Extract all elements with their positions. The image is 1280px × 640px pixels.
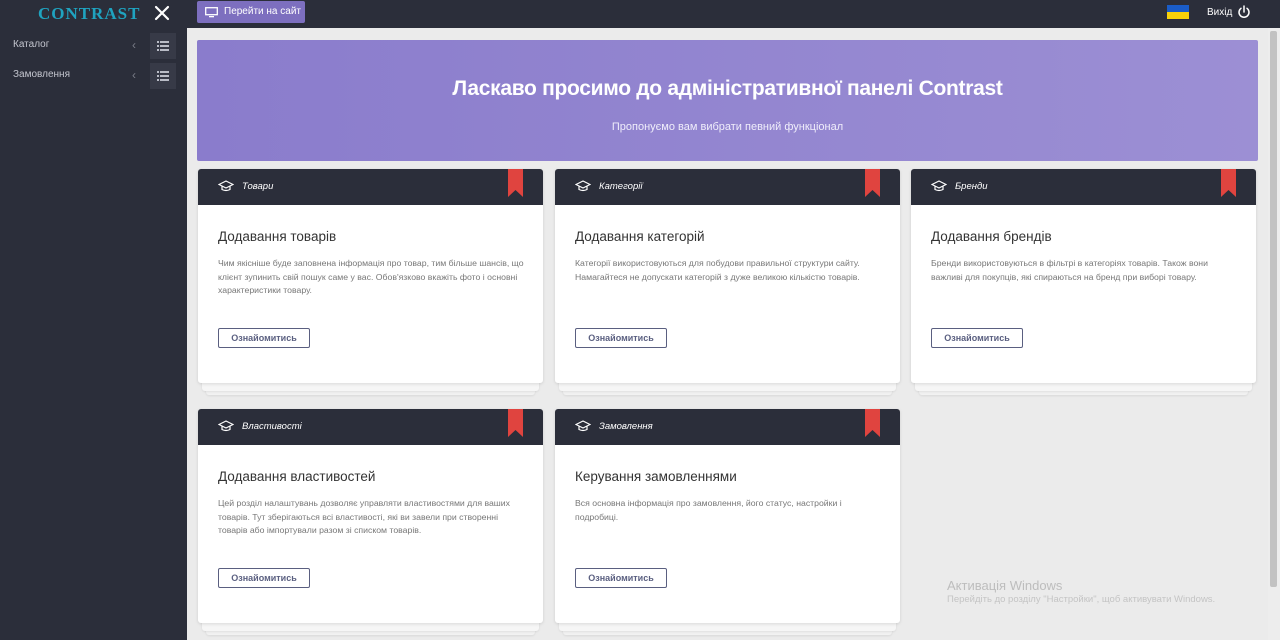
- welcome-banner: Ласкаво просимо до адміністративної пане…: [197, 40, 1258, 161]
- list-icon: [157, 41, 169, 51]
- card-header: Товари: [198, 169, 543, 205]
- welcome-subtitle: Пропонуємо вам вибрати певний функціонал: [611, 121, 844, 133]
- card-header: Замовлення: [555, 409, 900, 445]
- card-title: Додавання брендів: [931, 229, 1052, 244]
- card-orders: Замовлення Керування замовленнями Вся ос…: [555, 409, 900, 635]
- card-title: Додавання товарів: [218, 229, 337, 244]
- chevron-left-icon: ‹: [132, 68, 136, 82]
- learn-more-button[interactable]: Ознайомитись: [218, 328, 310, 348]
- card-categories: Категорії Додавання категорій Категорії …: [555, 169, 900, 395]
- bookmark-ribbon-icon: [508, 409, 523, 437]
- windows-activation-subtitle: Перейдіть до розділу "Настройки", щоб ак…: [947, 594, 1216, 605]
- list-button[interactable]: [150, 63, 176, 89]
- card-title: Керування замовленнями: [575, 469, 737, 484]
- card-brands: Бренди Додавання брендів Бренди використ…: [911, 169, 1256, 395]
- ukraine-flag-icon[interactable]: [1167, 5, 1189, 19]
- windows-activation-title: Активація Windows: [947, 578, 1063, 593]
- learn-more-button[interactable]: Ознайомитись: [218, 568, 310, 588]
- sidebar: CONTRAST Каталог ‹ Замовлення ‹: [0, 0, 187, 640]
- bookmark-ribbon-icon: [865, 169, 880, 197]
- close-icon[interactable]: [152, 3, 172, 23]
- card-properties: Властивості Додавання властивостей Цей р…: [198, 409, 543, 635]
- graduation-cap-icon: [575, 420, 591, 432]
- card-title: Додавання властивостей: [218, 469, 376, 484]
- graduation-cap-icon: [575, 180, 591, 192]
- card-description: Цей розділ налаштувань дозволяє управлят…: [218, 498, 510, 535]
- logout-link[interactable]: Вихід: [1207, 7, 1232, 18]
- bookmark-ribbon-icon: [508, 169, 523, 197]
- card-header: Категорії: [555, 169, 900, 205]
- go-to-site-button[interactable]: Перейти на сайт: [197, 1, 305, 23]
- card-category: Властивості: [242, 421, 302, 432]
- bookmark-ribbon-icon: [865, 409, 880, 437]
- learn-more-button[interactable]: Ознайомитись: [931, 328, 1023, 348]
- card-description: Чим якісніше буде заповнена інформація п…: [218, 258, 524, 295]
- monitor-icon: [205, 7, 218, 18]
- graduation-cap-icon: [218, 180, 234, 192]
- list-icon: [157, 71, 169, 81]
- sidebar-item-label: Замовлення: [13, 69, 70, 80]
- sidebar-item-label: Каталог: [13, 39, 50, 50]
- card-header: Бренди: [911, 169, 1256, 205]
- list-button[interactable]: [150, 33, 176, 59]
- graduation-cap-icon: [218, 420, 234, 432]
- learn-more-button[interactable]: Ознайомитись: [575, 328, 667, 348]
- scrollbar-thumb[interactable]: [1270, 31, 1277, 587]
- card-description: Бренди використовуються в фільтрі в кате…: [931, 258, 1208, 282]
- power-icon[interactable]: [1237, 5, 1251, 19]
- logo[interactable]: CONTRAST: [38, 4, 140, 24]
- card-products: Товари Додавання товарів Чим якісніше бу…: [198, 169, 543, 395]
- welcome-title: Ласкаво просимо до адміністративної пане…: [452, 77, 1003, 100]
- card-category: Бренди: [955, 181, 988, 192]
- card-title: Додавання категорій: [575, 229, 705, 244]
- card-header: Властивості: [198, 409, 543, 445]
- graduation-cap-icon: [931, 180, 947, 192]
- top-bar: Перейти на сайт Вихід: [187, 0, 1280, 28]
- bookmark-ribbon-icon: [1221, 169, 1236, 197]
- learn-more-button[interactable]: Ознайомитись: [575, 568, 667, 588]
- card-description: Вся основна інформація про замовлення, й…: [575, 498, 842, 522]
- brand-row: CONTRAST: [0, 0, 187, 30]
- sidebar-item-orders[interactable]: Замовлення ‹: [0, 63, 187, 89]
- sidebar-item-catalog[interactable]: Каталог ‹: [0, 33, 187, 59]
- chevron-left-icon: ‹: [132, 38, 136, 52]
- card-category: Товари: [242, 181, 274, 192]
- card-category: Категорії: [599, 181, 643, 192]
- card-category: Замовлення: [599, 421, 653, 432]
- card-description: Категорії використовуються для побудови …: [575, 258, 860, 282]
- go-to-site-label: Перейти на сайт: [224, 6, 301, 17]
